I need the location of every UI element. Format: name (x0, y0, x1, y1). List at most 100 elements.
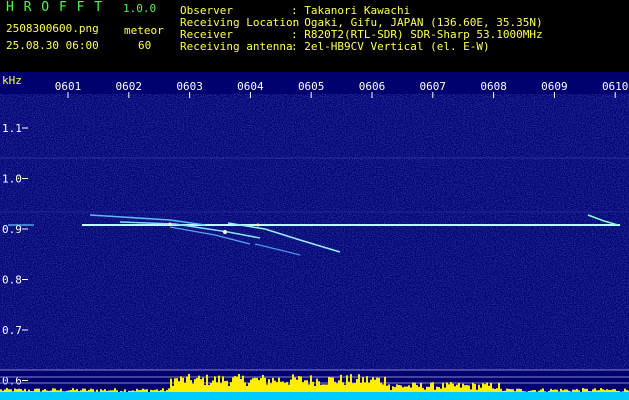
activity-bar (22, 390, 24, 392)
activity-bar (108, 390, 110, 392)
activity-bar (90, 388, 92, 392)
activity-bar (60, 388, 62, 392)
activity-bar (268, 379, 270, 392)
activity-bar (376, 377, 378, 392)
activity-bar (592, 389, 594, 392)
activity-bar (202, 377, 204, 392)
activity-bar (512, 389, 514, 392)
activity-bar (330, 377, 332, 392)
activity-bar (168, 388, 170, 392)
activity-bar (34, 388, 36, 392)
activity-bar (324, 384, 326, 392)
activity-bar (320, 384, 322, 392)
activity-bar (480, 387, 482, 392)
time-tick-label: 0601 (55, 80, 82, 93)
activity-bar (214, 376, 216, 392)
activity-bar (452, 383, 454, 392)
activity-bar (550, 388, 552, 392)
activity-bar (200, 379, 202, 392)
time-tick-label: 0609 (541, 80, 568, 93)
activity-bar (352, 383, 354, 392)
time-tick-label: 0606 (359, 80, 386, 93)
activity-bar (574, 389, 576, 392)
activity-bar (0, 389, 2, 392)
activity-bar (508, 388, 510, 392)
activity-bar (388, 384, 390, 392)
activity-bar (206, 374, 208, 392)
activity-bar (308, 384, 310, 392)
activity-bar (524, 391, 526, 392)
activity-bar (622, 391, 624, 392)
activity-bar (236, 376, 238, 392)
frequency-tick-label: 0.8 (2, 274, 22, 287)
activity-bar (326, 384, 328, 392)
activity-bar (624, 388, 626, 392)
activity-bar (276, 382, 278, 392)
activity-bar (290, 379, 292, 392)
frequency-tick-label: 1.1 (2, 122, 22, 135)
frequency-tick-label: 0.7 (2, 324, 22, 337)
activity-bar (472, 382, 474, 392)
activity-bar (364, 382, 366, 392)
date-time: 25.08.30 06:00 (6, 39, 99, 52)
activity-bar (76, 388, 78, 392)
activity-bar (556, 389, 558, 392)
activity-bar (124, 389, 126, 392)
activity-bar (12, 391, 14, 392)
activity-bar (562, 390, 564, 392)
activity-bar (588, 391, 590, 392)
activity-bar (134, 391, 136, 392)
activity-bar (312, 381, 314, 392)
activity-bar (306, 380, 308, 392)
activity-bar (210, 383, 212, 392)
activity-bar (384, 376, 386, 392)
activity-bar (38, 388, 40, 392)
activity-bar (190, 380, 192, 392)
activity-bar (334, 381, 336, 392)
activity-bar (552, 390, 554, 392)
activity-bar (204, 384, 206, 392)
activity-bar (110, 390, 112, 392)
activity-bar (516, 388, 518, 392)
activity-bar (530, 390, 532, 392)
activity-bar (260, 378, 262, 392)
activity-bar (586, 388, 588, 392)
activity-bar (450, 382, 452, 392)
activity-bar (506, 388, 508, 392)
activity-bar (372, 377, 374, 392)
activity-bar (538, 390, 540, 392)
activity-bar (378, 377, 380, 392)
activity-bar (292, 374, 294, 392)
activity-bar (152, 390, 154, 392)
activity-bar (488, 385, 490, 392)
activity-bar (432, 382, 434, 392)
activity-bar (578, 390, 580, 392)
activity-bar (226, 380, 228, 392)
activity-bar (460, 387, 462, 392)
meteor-point (256, 223, 260, 227)
counter-label: meteor (124, 24, 164, 37)
meteor-point (223, 230, 227, 234)
activity-bar (464, 385, 466, 392)
activity-bar (52, 388, 54, 392)
activity-bar (54, 388, 56, 392)
activity-bar (380, 382, 382, 392)
activity-bar (104, 389, 106, 392)
file-name: 2508300600.png (6, 22, 99, 35)
activity-bar (230, 382, 232, 392)
activity-bar (220, 383, 222, 392)
activity-bar (610, 389, 612, 392)
activity-bar (386, 385, 388, 392)
activity-bar (310, 375, 312, 392)
activity-bar (424, 389, 426, 392)
activity-bar (394, 387, 396, 392)
activity-bar (566, 389, 568, 392)
activity-bar (174, 378, 176, 392)
activity-bar (490, 382, 492, 392)
activity-bar (434, 389, 436, 392)
activity-bar (78, 391, 80, 392)
activity-bar (150, 389, 152, 392)
activity-bar (332, 377, 334, 392)
activity-bar (178, 381, 180, 392)
activity-bar (244, 382, 246, 392)
